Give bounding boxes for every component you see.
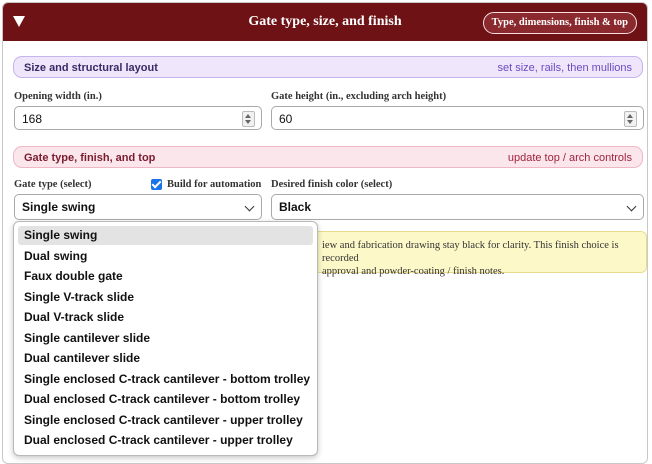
gate-type-dropdown[interactable]: Single swing Dual swing Faux double gate… [13, 221, 318, 456]
finish-note-line-1: iew and fabrication drawing stay black f… [322, 240, 619, 264]
gate-height-stepper-icon[interactable] [624, 111, 637, 127]
gate-type-option[interactable]: Single enclosed C-track cantilever - upp… [18, 411, 313, 430]
gate-type-select[interactable]: Single swing [14, 194, 262, 220]
type-section-hint[interactable]: update top / arch controls [508, 152, 632, 164]
size-section-bar: Size and structural layout set size, rai… [13, 56, 643, 78]
gate-type-option[interactable]: Single swing [18, 226, 313, 245]
opening-width-stepper-icon[interactable] [242, 111, 255, 127]
finish-color-label: Desired finish color (select) [271, 179, 393, 190]
gate-height-label: Gate height (in., excluding arch height) [271, 91, 447, 102]
chevron-down-icon [626, 201, 637, 212]
gate-type-selected: Single swing [22, 200, 96, 214]
gate-height-value: 60 [279, 112, 293, 126]
gate-type-option[interactable]: Dual cantilever slide [18, 349, 313, 368]
gate-type-option[interactable]: Dual swing [18, 247, 313, 266]
automation-checkbox[interactable] [151, 178, 162, 190]
opening-width-label: Opening width (in.) [14, 91, 102, 102]
gate-type-label: Gate type (select) [14, 179, 92, 190]
header-pill[interactable]: Type, dimensions, finish & top [482, 12, 637, 34]
panel-header[interactable]: Gate type, size, and finish Type, dimens… [3, 3, 647, 41]
finish-note-line-2: approval and powder-coating / finish not… [322, 266, 505, 277]
type-section-title: Gate type, finish, and top [24, 152, 156, 164]
check-icon [151, 178, 162, 189]
chevron-down-icon [244, 201, 255, 212]
finish-note: iew and fabrication drawing stay black f… [273, 231, 647, 277]
gate-type-option[interactable]: Dual V-track slide [18, 308, 313, 327]
gate-type-option[interactable]: Faux double gate [18, 267, 313, 286]
opening-width-value: 168 [22, 112, 43, 126]
gate-type-option[interactable]: Single enclosed C-track cantilever - bot… [18, 370, 313, 389]
gate-height-input[interactable]: 60 [271, 106, 644, 130]
gate-type-option[interactable]: Dual enclosed C-track cantilever - botto… [18, 390, 313, 409]
gate-type-option[interactable]: Single cantilever slide [18, 329, 313, 348]
finish-color-select[interactable]: Black [271, 194, 644, 220]
finish-color-selected: Black [279, 200, 312, 214]
opening-width-input[interactable]: 168 [14, 106, 262, 130]
size-section-title: Size and structural layout [24, 62, 158, 74]
gate-type-option[interactable]: Dual enclosed C-track cantilever - upper… [18, 431, 313, 450]
size-section-hint: set size, rails, then mullions [497, 62, 633, 74]
type-section-bar: Gate type, finish, and top update top / … [13, 146, 643, 168]
gate-type-option[interactable]: Single V-track slide [18, 288, 313, 307]
automation-label: Build for automation [167, 179, 262, 190]
